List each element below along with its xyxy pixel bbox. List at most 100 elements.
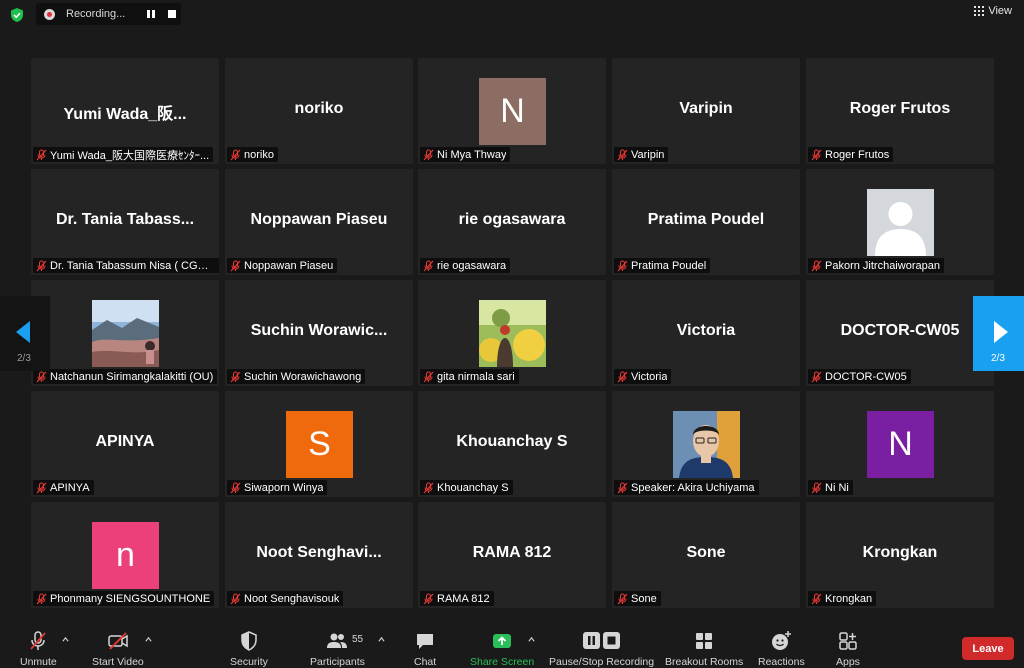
shield-icon[interactable]: [9, 7, 25, 23]
participant-tile[interactable]: Roger Frutos Roger Frutos: [806, 58, 994, 164]
microphone-muted-icon: [811, 370, 822, 382]
participant-tile[interactable]: N Ni Mya Thway: [418, 58, 606, 164]
participant-name-label: APINYA: [33, 480, 94, 495]
reactions-smiley-icon: [772, 631, 792, 650]
avatar: N: [479, 78, 546, 145]
video-camera-off-icon: [108, 632, 128, 650]
start-video-button[interactable]: Start Video: [92, 630, 144, 668]
participant-tile[interactable]: n Phonmany SIENGSOUNTHONE: [31, 502, 219, 608]
microphone-muted-icon: [423, 148, 434, 160]
microphone-muted-icon: [811, 148, 822, 160]
participant-name-label: Pratima Poudel: [614, 258, 711, 273]
participant-name: rie ogasawara: [437, 259, 507, 272]
participant-tile[interactable]: S Siwaporn Winya: [225, 391, 413, 497]
participant-tile[interactable]: Sone Sone: [612, 502, 800, 608]
participant-tile[interactable]: noriko noriko: [225, 58, 413, 164]
participant-name-label: Suchin Worawichawong: [227, 369, 366, 384]
chevron-up-icon[interactable]: [62, 636, 69, 643]
participant-name-label: Victoria: [614, 369, 672, 384]
participant-name: Noot Senghavisouk: [244, 592, 340, 605]
participant-tile[interactable]: APINYA APINYA: [31, 391, 219, 497]
participant-display-name: APINYA: [95, 433, 155, 450]
share-screen-icon: [493, 634, 512, 648]
participant-tile[interactable]: Yumi Wada_阪... Yumi Wada_阪大国際医療ｾﾝﾀｰ...: [31, 58, 219, 164]
participant-tile[interactable]: RAMA 812 RAMA 812: [418, 502, 606, 608]
participant-display-name: RAMA 812: [472, 544, 552, 561]
participant-tile[interactable]: rie ogasawara rie ogasawara: [418, 169, 606, 275]
security-label: Security: [230, 656, 268, 668]
participant-name-label: Natchanun Sirimangkalakitti (OU): [33, 369, 218, 384]
participant-tile[interactable]: Pratima Poudel Pratima Poudel: [612, 169, 800, 275]
participant-name: Sone: [631, 592, 657, 605]
profile-photo: [867, 189, 934, 256]
grid-view-icon: [974, 6, 985, 16]
participant-tile[interactable]: Pakorn Jitrchaiworapan: [806, 169, 994, 275]
participant-name: Pratima Poudel: [631, 259, 707, 272]
participant-tile[interactable]: Khouanchay S Khouanchay S: [418, 391, 606, 497]
arrow-left-icon: [16, 321, 30, 343]
participant-name: Yumi Wada_阪大国際医療ｾﾝﾀｰ...: [50, 149, 210, 162]
apps-label: Apps: [836, 656, 860, 668]
participant-name: Natchanun Sirimangkalakitti (OU): [50, 370, 214, 383]
chevron-up-icon[interactable]: [528, 636, 535, 643]
participant-display-name: noriko: [294, 100, 344, 117]
view-button[interactable]: View: [974, 5, 1012, 17]
pause-stop-recording-button[interactable]: Pause/Stop Recording: [549, 630, 654, 668]
security-button[interactable]: Security: [230, 630, 268, 668]
microphone-muted-icon: [617, 259, 628, 271]
participant-tile[interactable]: N Ni Ni: [806, 391, 994, 497]
profile-photo: [479, 300, 546, 367]
pause-recording-icon[interactable]: [146, 9, 156, 19]
unmute-button[interactable]: Unmute: [20, 630, 57, 668]
breakout-rooms-button[interactable]: Breakout Rooms: [665, 630, 743, 668]
participant-tile[interactable]: Victoria Victoria: [612, 280, 800, 386]
chevron-up-icon[interactable]: [145, 636, 152, 643]
participant-tile[interactable]: DOCTOR-CW05 DOCTOR-CW05: [806, 280, 994, 386]
participant-name: gita nirmala sari: [437, 370, 515, 383]
participant-name: Krongkan: [825, 592, 873, 605]
avatar: N: [867, 411, 934, 478]
share-screen-button[interactable]: Share Screen: [470, 630, 534, 668]
participant-name-label: Krongkan: [808, 591, 877, 606]
participant-tile[interactable]: Krongkan Krongkan: [806, 502, 994, 608]
participant-tile[interactable]: Noppawan Piaseu Noppawan Piaseu: [225, 169, 413, 275]
participant-tile[interactable]: gita nirmala sari: [418, 280, 606, 386]
stop-recording-icon[interactable]: [168, 10, 176, 18]
apps-button[interactable]: Apps: [836, 630, 860, 668]
participant-name-label: Dr. Tania Tabassum Nisa ( CGH, Ja...: [33, 258, 219, 273]
avatar: n: [92, 522, 159, 589]
participant-name: Victoria: [631, 370, 668, 383]
chat-bubble-icon: [417, 634, 434, 649]
participant-tile[interactable]: Dr. Tania Tabass... Dr. Tania Tabassum Ni…: [31, 169, 219, 275]
participant-name-label: DOCTOR-CW05: [808, 369, 911, 384]
participant-display-name: DOCTOR-CW05: [840, 322, 960, 339]
participant-tile[interactable]: Noot Senghavi... Noot Senghavisouk: [225, 502, 413, 608]
microphone-muted-icon: [30, 631, 47, 650]
previous-page-button[interactable]: 2/3: [0, 296, 50, 371]
participant-tile[interactable]: Speaker: Akira Uchiyama: [612, 391, 800, 497]
participant-name-label: Ni Mya Thway: [420, 147, 511, 162]
participants-count: 55: [352, 634, 364, 645]
chevron-up-icon[interactable]: [378, 636, 385, 643]
participant-tile[interactable]: Varipin Varipin: [612, 58, 800, 164]
leave-button[interactable]: Leave: [962, 637, 1014, 660]
microphone-muted-icon: [230, 481, 241, 493]
participant-display-name: Yumi Wada_阪...: [63, 106, 187, 123]
participant-display-name: Noot Senghavi...: [256, 544, 382, 561]
participant-name: noriko: [244, 148, 274, 161]
microphone-muted-icon: [423, 259, 434, 271]
participant-name: DOCTOR-CW05: [825, 370, 907, 383]
reactions-button[interactable]: Reactions: [758, 630, 805, 668]
participant-name: Dr. Tania Tabassum Nisa ( CGH, Ja...: [50, 259, 216, 272]
next-page-button[interactable]: 2/3: [973, 296, 1024, 371]
security-shield-icon: [241, 631, 257, 651]
participant-tile[interactable]: Natchanun Sirimangkalakitti (OU): [31, 280, 219, 386]
pause-stop-recording-icon: [582, 632, 620, 649]
chat-button[interactable]: Chat: [414, 630, 436, 668]
microphone-muted-icon: [617, 148, 628, 160]
participant-name: Roger Frutos: [825, 148, 890, 161]
participant-name: APINYA: [50, 481, 90, 494]
chat-label: Chat: [414, 656, 437, 668]
reactions-label: Reactions: [758, 656, 805, 668]
participant-tile[interactable]: Suchin Worawic... Suchin Worawichawong: [225, 280, 413, 386]
